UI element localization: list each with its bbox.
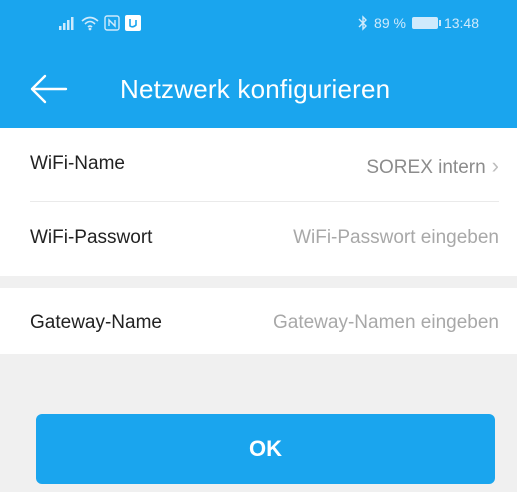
app-notification-icon [125, 15, 141, 31]
clock: 13:48 [443, 15, 479, 31]
status-bar: 89 % 13:48 [0, 0, 517, 50]
wifi-password-label: WiFi-Passwort [30, 227, 153, 248]
gateway-name-row: Gateway-Name [0, 288, 517, 354]
wifi-name-value-wrap: SOREX intern › [366, 153, 499, 179]
network-config-screen: 89 % 13:48 Netzwerk konfigurieren WiFi-N… [0, 0, 517, 492]
battery-percent: 89 % [374, 15, 406, 31]
wifi-icon [81, 16, 99, 31]
arrow-left-icon [30, 74, 68, 104]
wifi-settings-card: WiFi-Name SOREX intern › WiFi-Passwort [0, 128, 517, 276]
wifi-password-input[interactable] [219, 224, 499, 252]
wifi-name-row[interactable]: WiFi-Name SOREX intern › [0, 128, 517, 200]
back-button[interactable] [28, 72, 68, 106]
page-title: Netzwerk konfigurieren [120, 74, 391, 104]
ok-button[interactable]: OK [36, 414, 495, 484]
status-bar-left [58, 14, 141, 32]
chevron-right-icon: › [491, 153, 499, 178]
wifi-name-label: WiFi-Name [30, 153, 125, 174]
app-toolbar: Netzwerk konfigurieren [0, 50, 517, 128]
gateway-settings-card: Gateway-Name [0, 288, 517, 354]
signal-icon [59, 17, 74, 30]
nfc-icon [104, 15, 120, 31]
bluetooth-icon [358, 15, 368, 31]
gateway-name-label: Gateway-Name [30, 312, 162, 333]
battery-icon [411, 17, 441, 29]
gateway-name-input[interactable] [219, 309, 499, 337]
wifi-name-value: SOREX intern [366, 157, 486, 178]
status-bar-right: 89 % 13:48 [358, 14, 479, 32]
wifi-password-row: WiFi-Passwort [0, 202, 517, 274]
